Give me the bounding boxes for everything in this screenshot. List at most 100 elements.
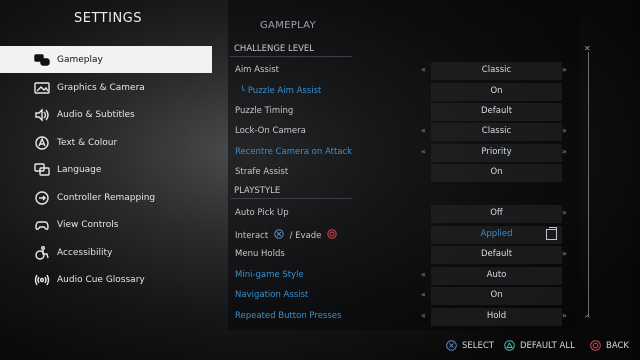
section-divider bbox=[230, 198, 352, 199]
arrow-left-icon[interactable]: « bbox=[421, 311, 426, 320]
default-all-prompt[interactable]: DEFAULT ALL bbox=[504, 340, 575, 351]
setting-label-text: Interact bbox=[235, 231, 269, 241]
menu-item-label: Audio & Subtitles bbox=[57, 110, 135, 121]
copy-icon[interactable] bbox=[546, 227, 557, 240]
menu-item-label: Audio Cue Glossary bbox=[57, 275, 145, 286]
arrow-left-icon[interactable]: « bbox=[421, 65, 426, 74]
menu-item-audio-cue-glossary[interactable]: Audio Cue Glossary bbox=[0, 267, 212, 295]
setting-value: Classic bbox=[481, 65, 512, 75]
default-all-label: DEFAULT ALL bbox=[520, 340, 575, 351]
menu-item-label: View Controls bbox=[57, 220, 119, 231]
circle-button-icon bbox=[590, 340, 601, 351]
section-challenge-level: CHALLENGE LEVEL bbox=[234, 44, 315, 54]
text-colour-icon bbox=[33, 136, 51, 150]
setting-label: └ Puzzle Aim Assist bbox=[240, 86, 321, 96]
arrow-right-icon[interactable]: » bbox=[562, 311, 567, 320]
setting-label: Recentre Camera on Attack bbox=[235, 147, 353, 157]
setting-value: On bbox=[490, 86, 503, 96]
setting-row-interact-evade[interactable]: Interact / Evade Applied bbox=[228, 225, 578, 245]
menu-item-graphics-camera[interactable]: Graphics & Camera bbox=[0, 74, 212, 102]
gameplay-icon bbox=[33, 53, 51, 67]
menu-item-label: Graphics & Camera bbox=[57, 82, 145, 93]
menu-item-view-controls[interactable]: View Controls bbox=[0, 212, 212, 240]
menu-item-language[interactable]: Language bbox=[0, 157, 212, 185]
setting-row-navigation-assist[interactable]: Navigation Assist « On bbox=[228, 286, 578, 306]
back-prompt[interactable]: BACK bbox=[590, 340, 629, 351]
button-prompts: SELECT DEFAULT ALL BACK bbox=[0, 340, 640, 356]
audio-subtitles-icon bbox=[33, 108, 51, 122]
view-controls-icon bbox=[33, 218, 51, 232]
setting-row-menu-holds[interactable]: Menu Holds Default » bbox=[228, 245, 578, 265]
menu-item-label: Gameplay bbox=[57, 54, 103, 65]
settings-title: SETTINGS bbox=[74, 11, 143, 26]
arrow-left-icon[interactable]: « bbox=[421, 147, 426, 156]
setting-value: Default bbox=[480, 106, 513, 116]
arrow-right-icon[interactable]: » bbox=[562, 249, 567, 258]
setting-label: Strafe Assist bbox=[235, 167, 289, 177]
setting-value: On bbox=[490, 290, 503, 300]
menu-item-controller-remapping[interactable]: Controller Remapping bbox=[0, 184, 212, 212]
menu-item-label: Language bbox=[57, 165, 102, 176]
arrow-left-icon[interactable]: « bbox=[421, 290, 426, 299]
menu-item-label: Text & Colour bbox=[57, 137, 118, 148]
section-divider bbox=[230, 56, 352, 57]
accessibility-icon bbox=[33, 245, 51, 260]
cross-button-icon bbox=[446, 340, 457, 351]
graphics-camera-icon bbox=[33, 81, 51, 95]
circle-button-icon bbox=[327, 229, 337, 239]
setting-label: Menu Holds bbox=[235, 249, 285, 259]
menu-item-text-colour[interactable]: Text & Colour bbox=[0, 129, 212, 157]
setting-value: Auto bbox=[486, 270, 507, 280]
setting-value: Hold bbox=[486, 311, 507, 321]
setting-row-auto-pick-up[interactable]: Auto Pick Up Off » bbox=[228, 204, 578, 224]
setting-value: Default bbox=[480, 249, 513, 259]
setting-row-aim-assist[interactable]: Aim Assist « Classic » bbox=[228, 61, 578, 81]
scrollbar[interactable] bbox=[588, 52, 589, 317]
arrow-left-icon[interactable]: « bbox=[421, 270, 426, 279]
setting-value: On bbox=[490, 167, 503, 177]
setting-value: Off bbox=[490, 208, 503, 218]
menu-item-label: Controller Remapping bbox=[57, 192, 156, 203]
setting-label: Lock-On Camera bbox=[235, 126, 306, 136]
controller-remapping-icon bbox=[33, 191, 51, 205]
setting-value: Classic bbox=[481, 126, 512, 136]
setting-label: Puzzle Timing bbox=[235, 106, 294, 116]
setting-label: Navigation Assist bbox=[235, 290, 309, 300]
triangle-button-icon bbox=[504, 340, 515, 351]
setting-row-puzzle-aim-assist[interactable]: └ Puzzle Aim Assist On bbox=[228, 82, 578, 102]
setting-label-text: / Evade bbox=[289, 231, 322, 241]
cross-button-icon bbox=[274, 229, 284, 239]
setting-label: Auto Pick Up bbox=[235, 208, 289, 218]
setting-label-text: Puzzle Aim Assist bbox=[247, 86, 322, 96]
setting-label: Aim Assist bbox=[235, 65, 279, 75]
setting-row-puzzle-timing[interactable]: Puzzle Timing Default bbox=[228, 102, 578, 122]
language-icon bbox=[33, 163, 51, 177]
select-prompt[interactable]: SELECT bbox=[446, 340, 494, 351]
scroll-bottom-cap-icon[interactable]: ^ bbox=[584, 314, 591, 323]
arrow-right-icon[interactable]: » bbox=[562, 65, 567, 74]
setting-row-strafe-assist[interactable]: Strafe Assist On bbox=[228, 163, 578, 183]
setting-row-repeated-button-presses[interactable]: Repeated Button Presses « Hold » bbox=[228, 307, 578, 327]
menu-item-audio-subtitles[interactable]: Audio & Subtitles bbox=[0, 102, 212, 130]
arrow-left-icon[interactable]: « bbox=[421, 126, 426, 135]
select-label: SELECT bbox=[462, 340, 494, 351]
menu-item-accessibility[interactable]: Accessibility bbox=[0, 239, 212, 267]
sub-setting-branch-icon: └ bbox=[240, 86, 248, 96]
menu-item-label: Accessibility bbox=[57, 247, 113, 258]
setting-value: Priority bbox=[481, 147, 512, 157]
setting-label: Interact / Evade bbox=[235, 229, 337, 241]
setting-row-recentre-camera[interactable]: Recentre Camera on Attack « Priority » bbox=[228, 143, 578, 163]
setting-value: Applied bbox=[480, 229, 513, 239]
arrow-right-icon[interactable]: » bbox=[562, 147, 567, 156]
audio-cue-glossary-icon bbox=[33, 273, 51, 287]
arrow-right-icon[interactable]: » bbox=[562, 208, 567, 217]
setting-label: Repeated Button Presses bbox=[235, 311, 342, 321]
setting-row-lock-on-camera[interactable]: Lock-On Camera « Classic » bbox=[228, 122, 578, 142]
arrow-right-icon[interactable]: » bbox=[562, 126, 567, 135]
setting-label: Mini-game Style bbox=[235, 270, 304, 280]
section-playstyle: PLAYSTYLE bbox=[234, 186, 281, 196]
menu-item-gameplay[interactable]: Gameplay bbox=[0, 46, 212, 73]
setting-row-mini-game-style[interactable]: Mini-game Style « Auto bbox=[228, 266, 578, 286]
back-label: BACK bbox=[606, 340, 630, 351]
panel-title: GAMEPLAY bbox=[260, 20, 316, 31]
